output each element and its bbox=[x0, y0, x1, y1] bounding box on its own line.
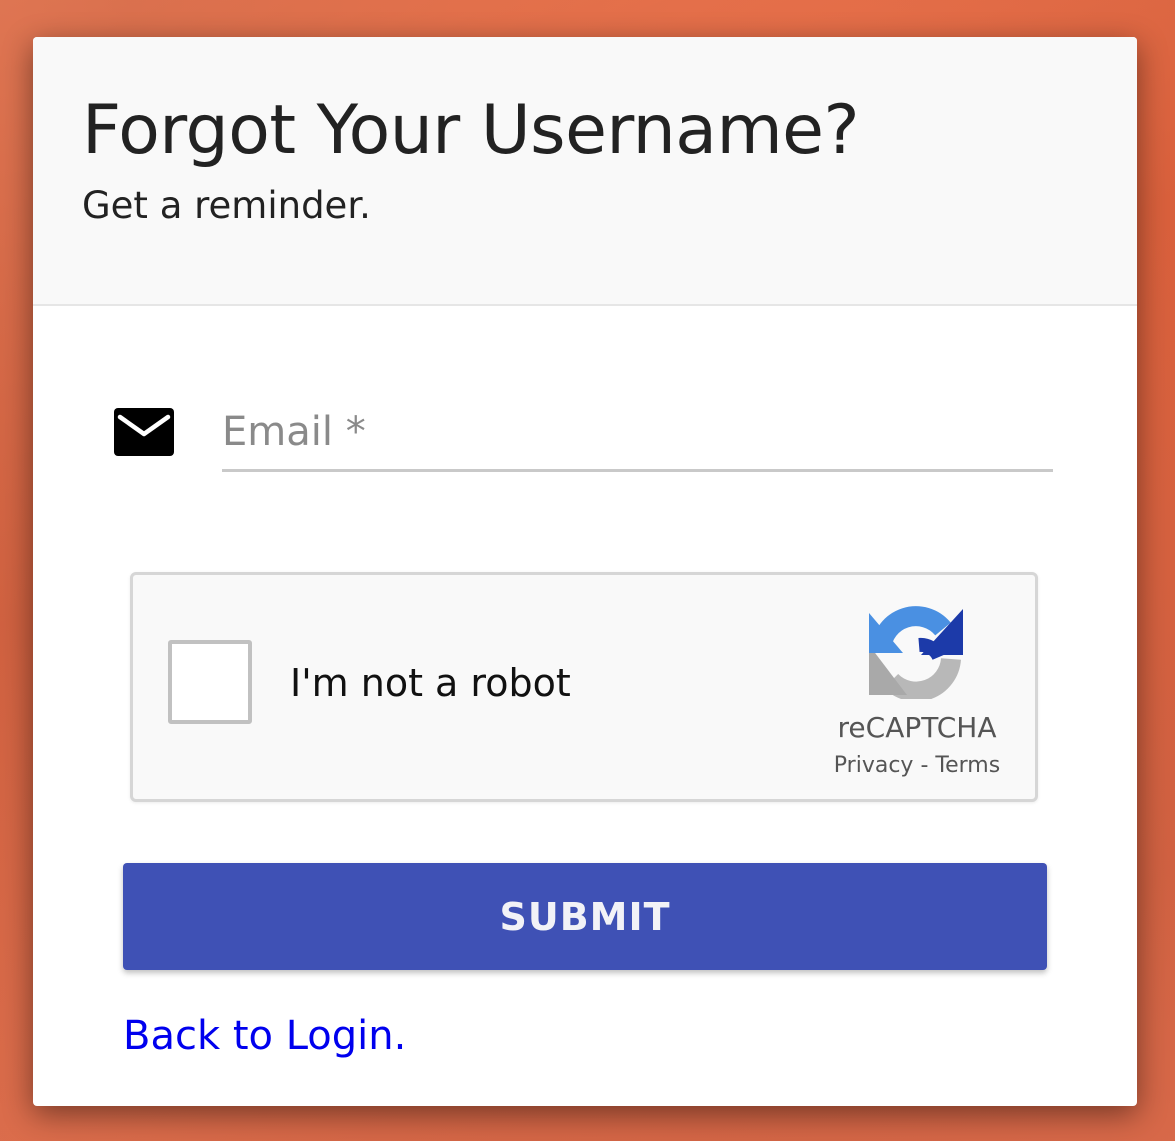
recaptcha-terms-link[interactable]: Terms bbox=[935, 753, 1000, 778]
recaptcha-privacy-link[interactable]: Privacy bbox=[834, 753, 914, 778]
recaptcha-label: I'm not a robot bbox=[290, 661, 571, 705]
recaptcha-logo-icon bbox=[869, 606, 963, 699]
forgot-username-card: Forgot Your Username? Get a reminder. I'… bbox=[33, 37, 1137, 1106]
back-to-login-link[interactable]: Back to Login. bbox=[123, 1013, 406, 1059]
email-input[interactable] bbox=[222, 397, 1053, 467]
card-header: Forgot Your Username? Get a reminder. bbox=[33, 37, 1137, 306]
recaptcha-brand: reCAPTCHA bbox=[837, 711, 997, 744]
page-title: Forgot Your Username? bbox=[82, 91, 860, 170]
submit-button[interactable]: SUBMIT bbox=[123, 863, 1047, 970]
recaptcha-widget: I'm not a robot reCAPTCHA Privacy - Term… bbox=[130, 572, 1038, 802]
recaptcha-links-separator: - bbox=[920, 753, 929, 778]
recaptcha-checkbox[interactable] bbox=[168, 640, 252, 724]
email-field bbox=[222, 397, 1053, 472]
recaptcha-links: Privacy - Terms bbox=[823, 753, 1011, 778]
page-subtitle: Get a reminder. bbox=[82, 184, 371, 227]
email-envelope-icon bbox=[114, 408, 174, 456]
